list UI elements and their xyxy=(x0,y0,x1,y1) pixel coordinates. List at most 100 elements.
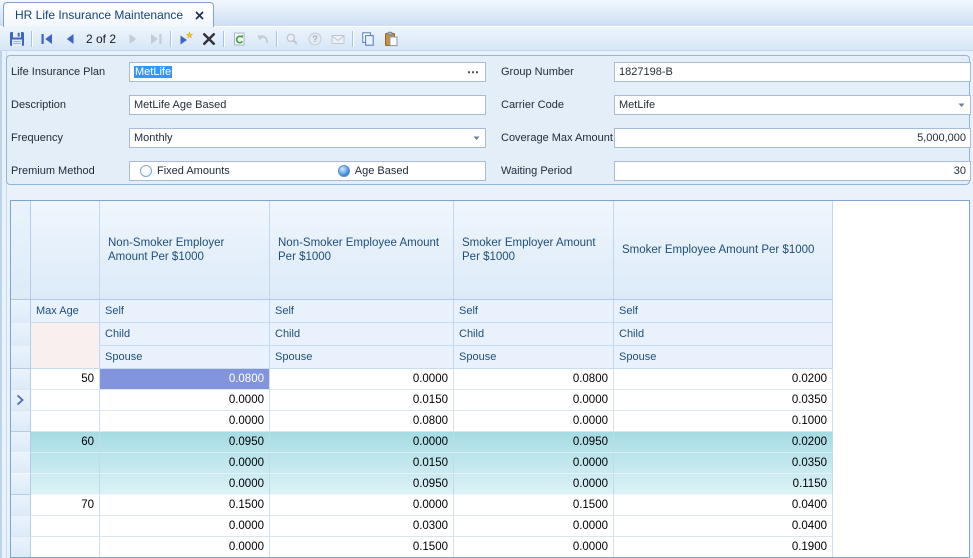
column-header[interactable]: Smoker Employee Amount Per $1000 xyxy=(614,201,833,300)
print-preview-button[interactable] xyxy=(280,29,303,49)
group-number-input[interactable]: 1827198-B xyxy=(614,62,971,82)
grid-cell[interactable]: 0.0000 xyxy=(100,474,270,495)
grid-cell[interactable]: 0.0200 xyxy=(614,369,833,390)
grid-cell[interactable]: 0.0950 xyxy=(270,474,454,495)
previous-record-button[interactable] xyxy=(58,29,81,49)
tier-label: Self xyxy=(100,300,270,323)
radio-age-based-label: Age Based xyxy=(355,165,409,177)
grid-filler xyxy=(833,390,969,411)
max-age-cell[interactable] xyxy=(31,516,100,537)
grid-filler xyxy=(833,323,969,346)
help-button[interactable]: ? xyxy=(303,29,326,49)
grid-cell[interactable]: 0.0800 xyxy=(454,369,614,390)
save-button[interactable] xyxy=(5,29,28,49)
paste-button[interactable] xyxy=(379,29,402,49)
grid-cell[interactable]: 0.1150 xyxy=(614,474,833,495)
grid-subheader-row: Max AgeSelfSelfSelfSelf xyxy=(11,300,969,323)
grid-cell[interactable]: 0.0800 xyxy=(100,369,270,390)
grid-cell[interactable]: 0.0000 xyxy=(100,537,270,558)
grid-cell[interactable]: 0.0400 xyxy=(614,516,833,537)
max-age-cell[interactable] xyxy=(31,474,100,495)
column-header[interactable]: Non-Smoker Employee Amount Per $1000 xyxy=(270,201,454,300)
column-header[interactable]: Non-Smoker Employer Amount Per $1000 xyxy=(100,201,270,300)
grid-cell[interactable]: 0.1900 xyxy=(614,537,833,558)
grid-cell[interactable]: 0.0000 xyxy=(454,390,614,411)
grid-cell[interactable]: 0.0150 xyxy=(270,453,454,474)
grid-cell[interactable]: 0.1500 xyxy=(454,495,614,516)
last-record-button[interactable] xyxy=(144,29,167,49)
group-number-label: Group Number xyxy=(501,65,574,79)
grid-cell[interactable]: 0.0000 xyxy=(454,537,614,558)
grid-filler xyxy=(833,516,969,537)
grid-cell[interactable]: 0.1500 xyxy=(100,495,270,516)
grid-cell[interactable]: 0.0000 xyxy=(270,432,454,453)
grid-filler xyxy=(833,346,969,369)
tab-hr-life-insurance-maintenance[interactable]: HR Life Insurance Maintenance xyxy=(3,2,214,27)
row-indicator-cell xyxy=(11,411,31,432)
tab-close-icon[interactable] xyxy=(195,11,204,20)
description-input[interactable]: MetLife Age Based xyxy=(129,95,486,115)
toolbar: 2 of 2 xyxy=(0,28,973,51)
grid-data-row: 600.09500.00000.09500.0200 xyxy=(11,432,969,453)
email-button[interactable] xyxy=(326,29,349,49)
first-record-button[interactable] xyxy=(35,29,58,49)
grid-cell[interactable]: 0.0800 xyxy=(270,411,454,432)
grid-cell[interactable]: 0.0000 xyxy=(100,390,270,411)
coverage-max-amount-input[interactable]: 5,000,000 xyxy=(614,128,971,148)
grid-filler xyxy=(833,453,969,474)
copy-button[interactable] xyxy=(356,29,379,49)
grid-cell[interactable]: 0.0000 xyxy=(454,453,614,474)
carrier-code-label: Carrier Code xyxy=(501,98,564,112)
max-age-cell[interactable] xyxy=(31,390,100,411)
max-age-cell[interactable] xyxy=(31,453,100,474)
grid-cell[interactable]: 0.0000 xyxy=(454,411,614,432)
grid-cell[interactable]: 0.0000 xyxy=(454,516,614,537)
max-age-cell[interactable] xyxy=(31,537,100,558)
life-insurance-plan-input[interactable]: MetLife ⋯ xyxy=(129,62,486,82)
grid-cell[interactable]: 0.1000 xyxy=(614,411,833,432)
toolbar-separator xyxy=(223,31,224,47)
refresh-button[interactable] xyxy=(227,29,250,49)
undo-button[interactable] xyxy=(250,29,273,49)
grid-subheader-row: SpouseSpouseSpouseSpouse xyxy=(11,346,969,369)
grid-cell[interactable]: 0.0000 xyxy=(270,369,454,390)
new-record-button[interactable] xyxy=(174,29,197,49)
age-group-60: 600.09500.00000.09500.02000.00000.01500.… xyxy=(11,432,969,495)
carrier-code-dropdown[interactable]: MetLife xyxy=(614,95,971,115)
grid-cell[interactable]: 0.0300 xyxy=(270,516,454,537)
grid-cell[interactable]: 0.0000 xyxy=(270,495,454,516)
lookup-ellipsis-icon[interactable]: ⋯ xyxy=(467,63,480,81)
grid-cell[interactable]: 0.0000 xyxy=(454,474,614,495)
undo-icon xyxy=(254,31,270,47)
max-age-cell[interactable]: 50 xyxy=(31,369,100,390)
row-indicator-cell xyxy=(11,453,31,474)
max-age-cell[interactable] xyxy=(31,411,100,432)
next-record-button[interactable] xyxy=(121,29,144,49)
grid-cell[interactable]: 0.0950 xyxy=(100,432,270,453)
row-indicator-cell xyxy=(11,390,31,411)
grid-data-row: 0.00000.08000.00000.1000 xyxy=(11,411,969,432)
grid-cell[interactable]: 0.0350 xyxy=(614,453,833,474)
max-age-cell[interactable]: 60 xyxy=(31,432,100,453)
grid-filler xyxy=(833,537,969,558)
radio-age-based[interactable] xyxy=(338,165,350,177)
max-age-cell[interactable]: 70 xyxy=(31,495,100,516)
column-header[interactable]: Smoker Employer Amount Per $1000 xyxy=(454,201,614,300)
grid-cell[interactable]: 0.0950 xyxy=(454,432,614,453)
grid-cell[interactable]: 0.1500 xyxy=(270,537,454,558)
grid-cell[interactable]: 0.0400 xyxy=(614,495,833,516)
previous-record-icon xyxy=(62,31,78,47)
grid-cell[interactable]: 0.0000 xyxy=(100,453,270,474)
chevron-down-icon xyxy=(958,103,965,108)
grid-cell[interactable]: 0.0350 xyxy=(614,390,833,411)
radio-fixed-amounts[interactable] xyxy=(140,165,152,177)
grid-cell[interactable]: 0.0000 xyxy=(100,411,270,432)
delete-record-button[interactable] xyxy=(197,29,220,49)
waiting-period-input[interactable]: 30 xyxy=(614,161,971,181)
grid-cell[interactable]: 0.0000 xyxy=(100,516,270,537)
tier-label: Spouse xyxy=(100,346,270,369)
frequency-dropdown[interactable]: Monthly xyxy=(129,128,486,148)
grid-cell[interactable]: 0.0150 xyxy=(270,390,454,411)
carrier-code-value: MetLife xyxy=(619,99,655,111)
grid-cell[interactable]: 0.0200 xyxy=(614,432,833,453)
